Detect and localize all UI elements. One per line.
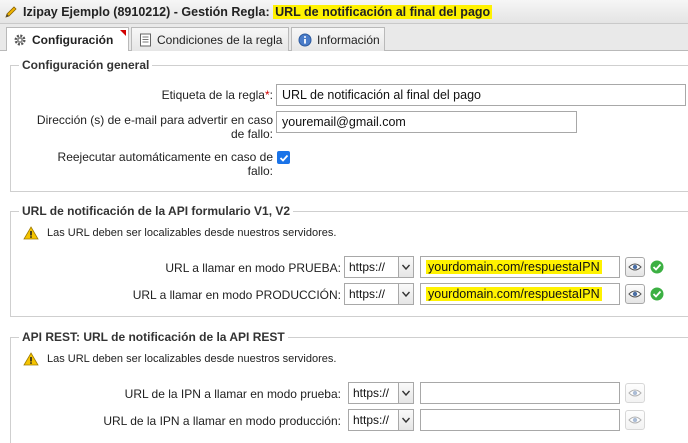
protocol-select-prod[interactable]: https:// [344,283,414,305]
check-ok-icon [650,287,664,301]
rule-label-input[interactable]: URL de notificación al final del pago [276,84,686,106]
section-legend: Configuración general [19,58,153,72]
warning-message: Las URL deben ser localizables desde nue… [23,352,336,366]
protocol-value: https:// [349,287,386,301]
warning-message: Las URL deben ser localizables desde nue… [23,226,336,240]
tab-label: Información [317,32,380,47]
url-test-label: URL a llamar en modo PRUEBA: [165,261,341,275]
warning-icon [23,352,39,366]
window-title-bar: Izipay Ejemplo (8910212) - Gestión Regla… [0,0,688,24]
email-input[interactable]: youremail@gmail.com [276,111,577,133]
pencil-icon [3,4,19,20]
protocol-value: https:// [353,386,390,400]
tab-informacion[interactable]: Información [291,27,385,51]
document-icon [137,32,153,48]
eye-icon [628,416,642,424]
url-prod-value: yourdomain.com/respuestaIPN [426,287,602,301]
url-prod-label: URL a llamar en modo PRODUCCIÓN: [132,288,341,302]
section-legend: API REST: URL de notificación de la API … [19,330,288,344]
warning-text: Las URL deben ser localizables desde nue… [47,227,337,239]
info-icon [297,32,313,48]
preview-button-test[interactable] [625,257,645,277]
ipn-test-label: URL de la IPN a llamar en modo prueba: [124,387,341,401]
chevron-down-icon [398,284,413,304]
tab-condiciones[interactable]: Condiciones de la regla [131,27,289,51]
section-legend: URL de notificación de la API formulario… [19,204,294,218]
eye-icon [628,389,642,397]
page-title: Izipay Ejemplo (8910212) - Gestión Regla… [23,4,493,19]
protocol-select-rest-test[interactable]: https:// [348,382,414,404]
api-v1-section: URL de notificación de la API formulario… [10,204,688,317]
tab-configuracion[interactable]: Configuración [6,27,129,52]
protocol-select-rest-prod[interactable]: https:// [348,409,414,431]
chevron-down-icon [398,410,413,430]
retry-checkbox[interactable] [277,151,290,164]
preview-button-rest-test[interactable] [625,383,645,403]
url-test-value: yourdomain.com/respuestaIPN [426,260,602,274]
protocol-value: https:// [353,413,390,427]
tab-modified-marker [120,30,126,36]
eye-icon [628,263,642,271]
email-label: Dirección (s) de e-mail para advertir en… [36,113,273,141]
warning-icon [23,226,39,240]
content-panel: Configuración general Etiqueta de la reg… [0,51,688,443]
ipn-test-input[interactable] [420,382,620,404]
api-rest-section: API REST: URL de notificación de la API … [10,330,688,443]
warning-text: Las URL deben ser localizables desde nue… [47,353,337,365]
chevron-down-icon [398,383,413,403]
tab-strip: Configuración Condiciones de la regla In… [0,24,688,52]
gear-icon [12,32,28,48]
tab-label: Configuración [32,33,114,47]
ipn-prod-label: URL de la IPN a llamar en modo producció… [103,414,341,428]
general-config-section: Configuración general Etiqueta de la reg… [10,58,688,192]
tab-label: Condiciones de la regla [157,32,283,47]
check-ok-icon [650,260,664,274]
url-prod-input[interactable]: yourdomain.com/respuestaIPN [420,283,620,305]
ipn-prod-input[interactable] [420,409,620,431]
protocol-value: https:// [349,260,386,274]
retry-label: Reejecutar automáticamente en caso de fal… [57,150,273,178]
protocol-select-test[interactable]: https:// [344,256,414,278]
url-test-input[interactable]: yourdomain.com/respuestaIPN [420,256,620,278]
checkmark-icon [279,154,288,162]
eye-icon [628,290,642,298]
page-title-prefix: Izipay Ejemplo (8910212) - Gestión Regla… [23,4,274,19]
page-title-highlight: URL de notificación al final del pago [273,4,493,19]
preview-button-prod[interactable] [625,284,645,304]
rule-label-label: Etiqueta de la regla*: [161,88,273,102]
chevron-down-icon [398,257,413,277]
preview-button-rest-prod[interactable] [625,410,645,430]
